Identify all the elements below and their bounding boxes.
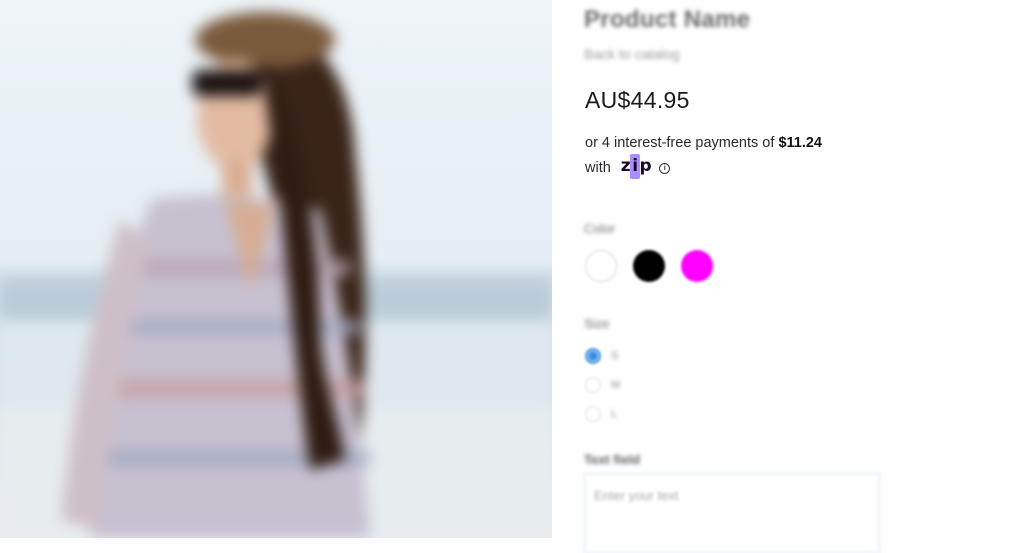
zip-logo-i: i — [630, 154, 640, 179]
size-option-s[interactable]: S — [585, 341, 620, 370]
color-label: Color — [584, 221, 616, 236]
swatch-black[interactable] — [633, 250, 665, 282]
color-swatches — [585, 250, 713, 282]
swatch-white[interactable] — [585, 250, 617, 282]
product-title: Product Name — [584, 6, 751, 33]
radio-button-selected[interactable] — [585, 347, 601, 364]
size-options: S M L — [585, 341, 620, 428]
zip-logo-p: p — [639, 156, 652, 176]
text-field-input[interactable]: Enter your text — [584, 473, 880, 553]
zip-logo-z: z — [620, 156, 631, 176]
zip-installment-amount: $11.24 — [778, 135, 822, 151]
text-field-label: Text field — [584, 452, 641, 467]
size-option-label: M — [611, 378, 621, 391]
product-panel: Product Name Back to catalog AU$44.95 or… — [584, 0, 1004, 553]
radio-button[interactable] — [585, 405, 601, 422]
zip-payment-message: or 4 interest-free payments of $11.24 wi… — [585, 131, 905, 181]
product-price: AU$44.95 — [585, 87, 690, 113]
product-image[interactable] — [0, 0, 552, 538]
product-photo-art — [0, 12, 552, 538]
size-option-label: L — [611, 407, 618, 420]
swatch-magenta[interactable] — [681, 250, 713, 282]
zip-logo[interactable]: zip — [620, 154, 652, 179]
size-option-l[interactable]: L — [585, 399, 620, 428]
size-option-label: S — [611, 349, 619, 362]
size-option-m[interactable]: M — [585, 370, 620, 399]
info-icon[interactable]: i — [659, 163, 671, 174]
zip-with-text: with — [585, 160, 611, 176]
zip-prefix-text: or 4 interest-free payments of — [585, 135, 775, 151]
radio-button[interactable] — [585, 376, 601, 393]
size-label: Size — [584, 316, 610, 331]
back-to-catalog-link[interactable]: Back to catalog — [584, 46, 680, 62]
